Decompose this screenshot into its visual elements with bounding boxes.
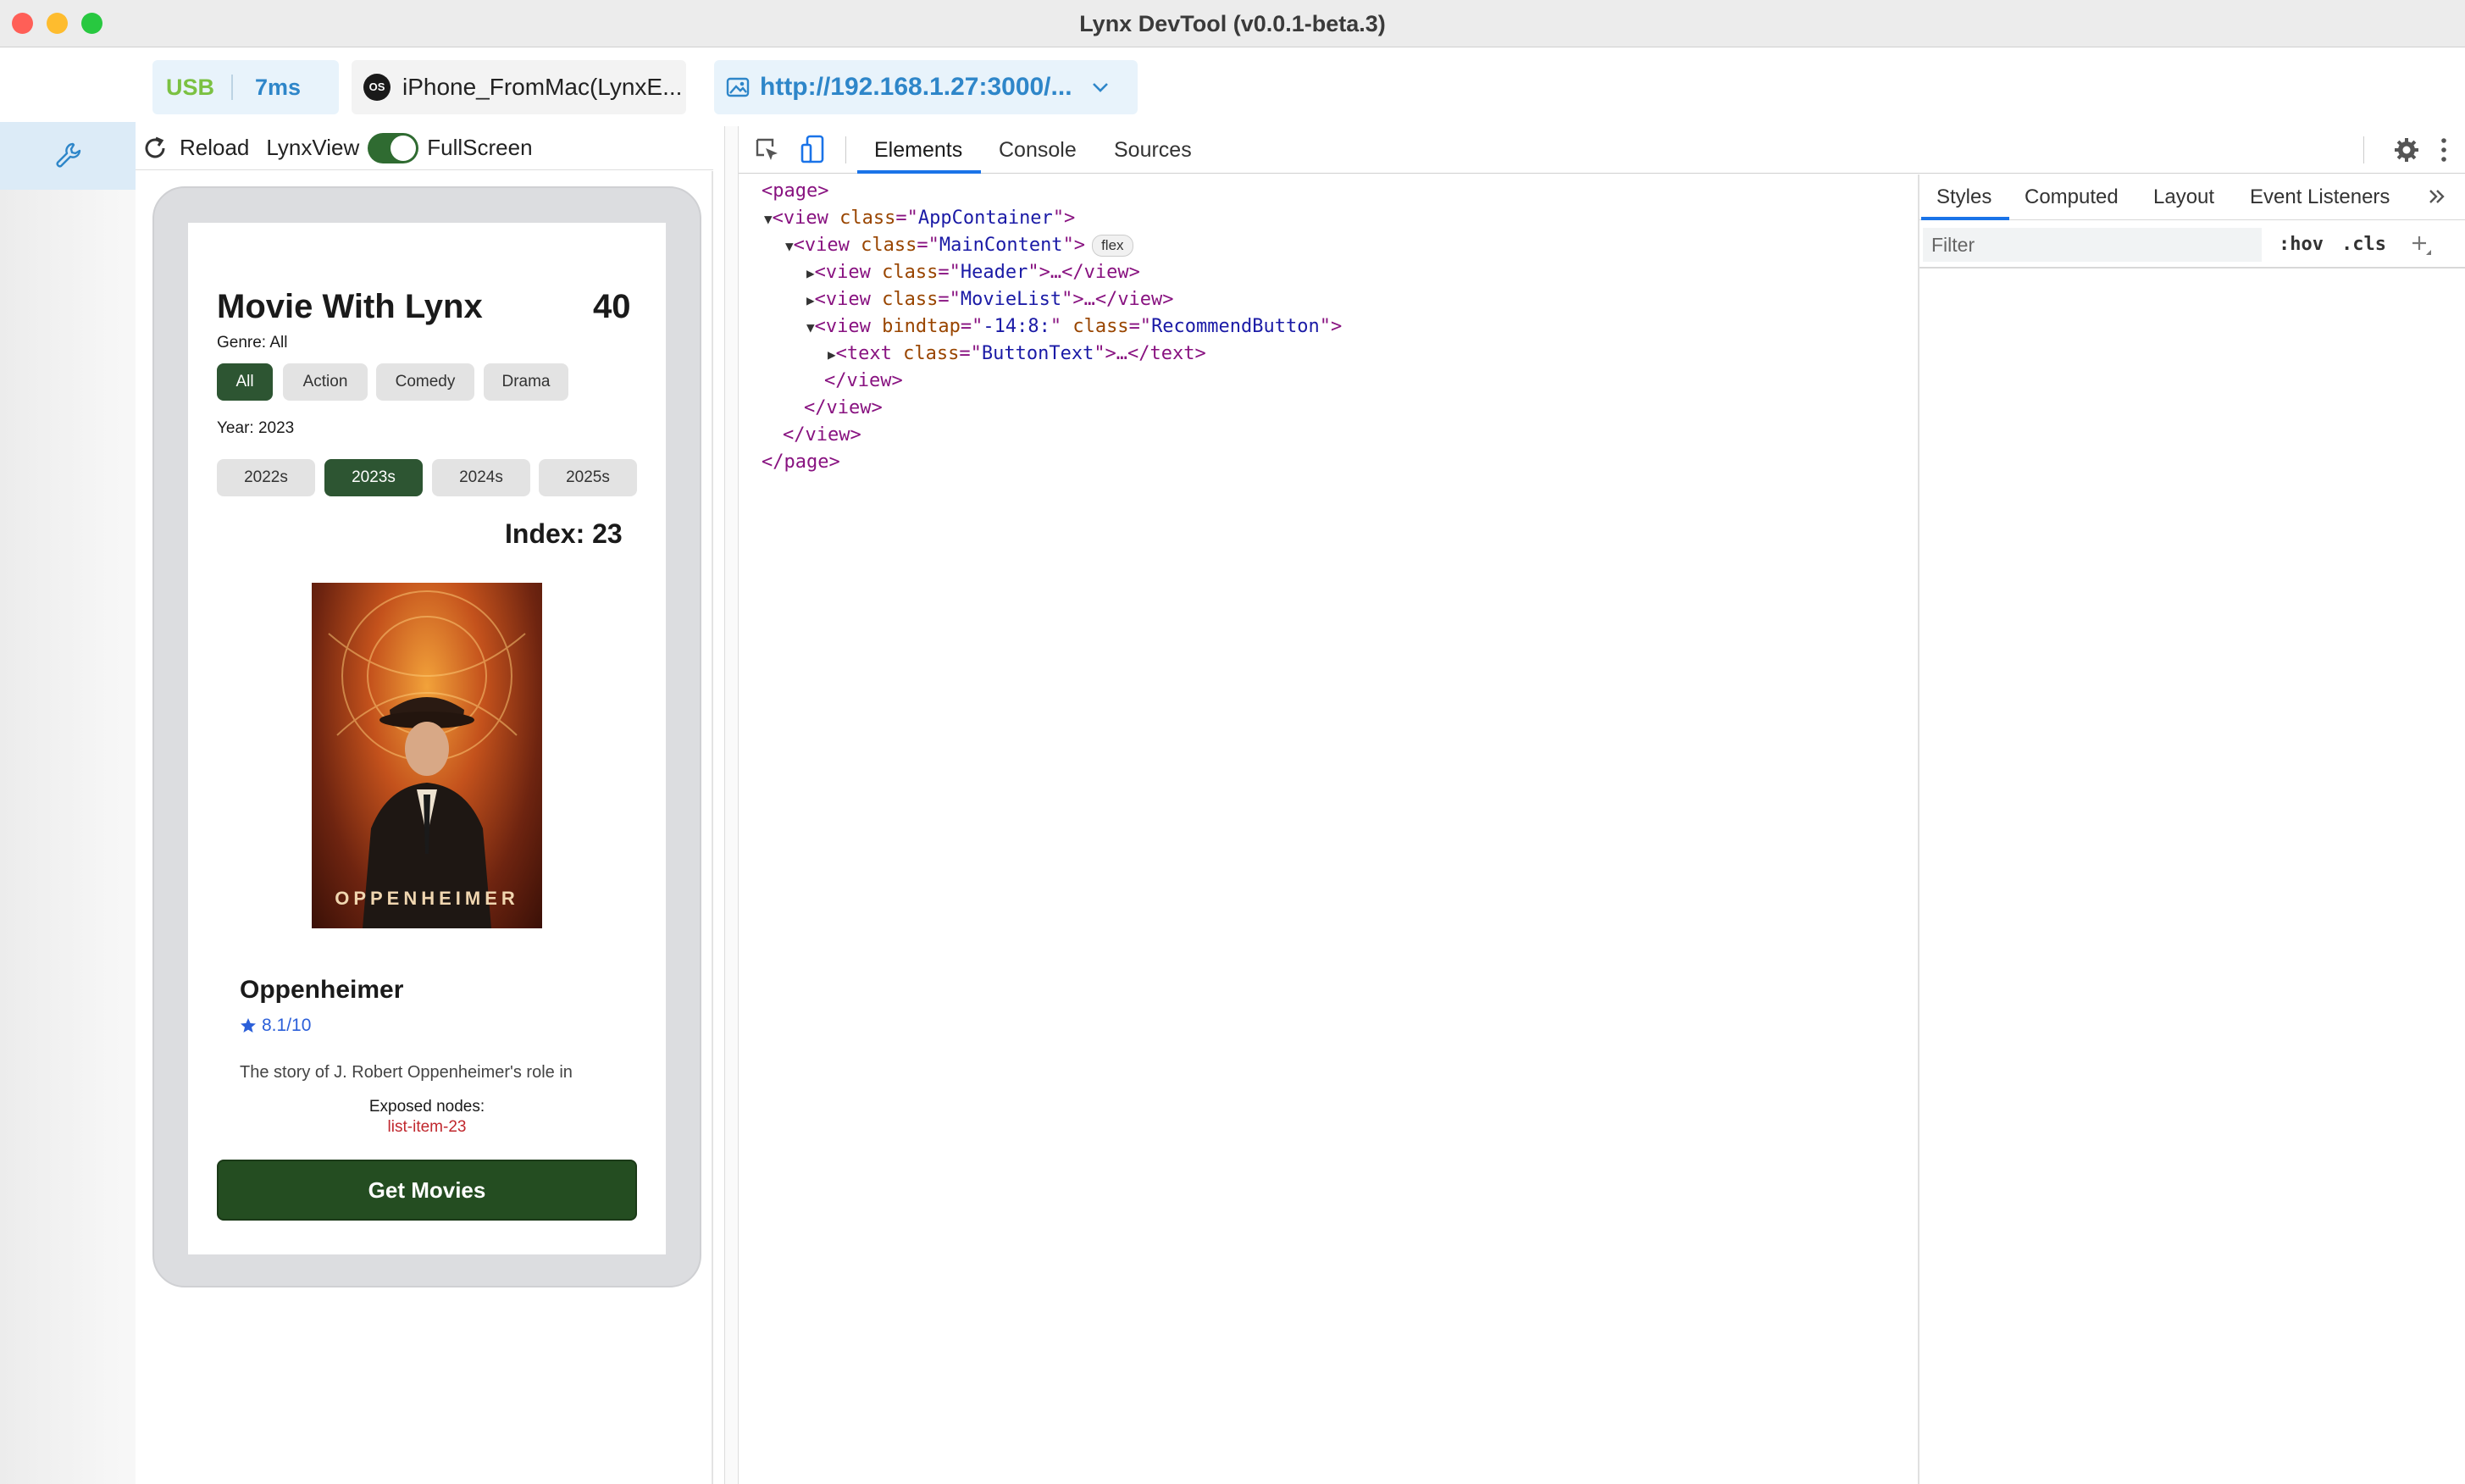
active-tab-indicator [857,170,981,174]
dom-node-movie-list[interactable]: ▶<view class="MovieList">…</view> [806,286,1174,313]
index-label: Index: 23 [505,518,623,549]
movie-title: Oppenheimer [240,976,404,1004]
sidebar-item-devtool[interactable] [0,122,136,190]
reload-button[interactable]: Reload [180,135,249,161]
cls-button[interactable]: .cls [2341,228,2386,262]
hov-button[interactable]: :hov [2279,228,2324,262]
year-chip-2023[interactable]: 2023s [324,459,423,496]
dom-node-header[interactable]: ▶<view class="Header">…</view> [806,259,1140,286]
expanded-triangle-icon: ▼ [764,211,773,227]
chevron-double-right-icon[interactable] [2428,188,2446,205]
panel-divider[interactable] [724,126,739,1484]
devtools-header: Elements Console Sources [739,126,2465,174]
get-movies-button[interactable]: Get Movies [217,1160,637,1221]
movie-poster[interactable]: OPPENHEIMER [312,583,542,928]
movie-rating: 8.1/10 [240,1016,311,1036]
image-icon [726,76,750,98]
year-chip-2024[interactable]: 2024s [432,459,530,496]
year-label: Year: 2023 [217,419,295,437]
connection-type: USB [166,74,215,100]
dom-node-button-text[interactable]: ▶<text class="ButtonText">…</text> [828,341,1206,368]
left-sidebar [0,126,136,1484]
ios-icon: OS [363,74,391,101]
url-selector[interactable]: http://192.168.1.27:3000/... [714,60,1138,114]
expanded-triangle-icon: ▼ [806,319,815,335]
device-selector[interactable]: OS iPhone_FromMac(LynxE... [352,60,686,114]
fullscreen-label: FullScreen [427,135,533,160]
elements-panel: <page> ▼<view class="AppContainer"> ▼<vi… [739,174,1918,1484]
gear-icon[interactable] [2394,137,2419,163]
flex-badge[interactable]: flex [1092,235,1133,257]
divider [845,136,846,163]
year-chip-2022[interactable]: 2022s [217,459,315,496]
top-toolbar: USB 7ms OS iPhone_FromMac(LynxE... http:… [0,48,2465,126]
connection-status[interactable]: USB 7ms [152,60,339,114]
filter-input[interactable] [1923,228,2262,262]
star-icon [240,1017,257,1034]
tab-styles[interactable]: Styles [1936,174,1991,220]
collapsed-triangle-icon: ▶ [806,292,815,308]
tab-elements[interactable]: Elements [874,126,962,174]
device-toolbar-icon[interactable] [800,135,827,165]
more-options-icon[interactable] [2440,137,2448,163]
genre-label: Genre: All [217,334,288,352]
tab-event-listeners[interactable]: Event Listeners [2250,174,2390,220]
preview-controls: Reload LynxView FullScreen [136,126,713,170]
tab-console[interactable]: Console [999,126,1077,174]
styles-tabs: Styles Computed Layout Event Listeners [1919,174,2465,220]
divider [231,75,234,100]
reload-icon[interactable] [142,136,168,161]
genre-chip-action[interactable]: Action [283,363,368,401]
url-text: http://192.168.1.27:3000/... [760,73,1072,101]
latency-value: 7ms [255,74,302,100]
title-bar: Lynx DevTool (v0.0.1-beta.3) [0,0,2465,47]
genre-chip-all[interactable]: All [217,363,273,401]
dom-node-page[interactable]: <page> [762,178,828,205]
collapsed-triangle-icon: ▶ [806,265,815,281]
divider [2363,136,2364,163]
genre-chip-drama[interactable]: Drama [484,363,568,401]
expanded-triangle-icon: ▼ [785,238,794,254]
year-chip-2025[interactable]: 2025s [539,459,637,496]
tab-layout[interactable]: Layout [2153,174,2214,220]
dom-node-main-content[interactable]: ▼<view class="MainContent"> flex [785,232,1133,259]
tab-sources[interactable]: Sources [1114,126,1192,174]
dom-close-tag[interactable]: </page> [762,449,840,476]
movie-description: The story of J. Robert Oppenheimer's rol… [240,1063,573,1082]
app-title: Movie With Lynx [217,288,483,325]
dom-close-tag[interactable]: </view> [804,395,883,422]
window-title: Lynx DevTool (v0.0.1-beta.3) [1079,11,1386,36]
styles-pane: Styles Computed Layout Event Listeners :… [1918,174,2465,1484]
filter-row: :hov .cls [1919,221,2465,269]
dom-node-recommend-button[interactable]: ▼<view bindtap="-14:8:" class="Recommend… [806,313,1342,341]
collapsed-triangle-icon: ▶ [828,346,836,363]
lynxview-label: LynxView [266,135,360,160]
tab-computed[interactable]: Computed [2025,174,2119,220]
chevron-down-icon[interactable] [1091,81,1110,93]
active-tab-indicator [1921,217,2009,220]
exposed-nodes-label: Exposed nodes: [368,1098,485,1116]
exposed-nodes-value: list-item-23 [387,1118,467,1136]
dom-close-tag[interactable]: </view> [824,368,903,395]
rating-value: 8.1/10 [262,1016,312,1035]
dom-node-app-container[interactable]: ▼<view class="AppContainer"> [764,205,1075,232]
plus-icon[interactable] [2409,233,2433,257]
genre-chip-comedy[interactable]: Comedy [376,363,474,401]
inspect-element-icon[interactable] [754,136,781,163]
fullscreen-toggle[interactable] [368,132,419,163]
movie-count: 40 [593,288,631,325]
wrench-icon [54,141,83,171]
device-name: iPhone_FromMac(LynxE... [402,74,683,100]
dom-close-tag[interactable]: </view> [783,422,861,449]
poster-title: OPPENHEIMER [335,888,519,909]
